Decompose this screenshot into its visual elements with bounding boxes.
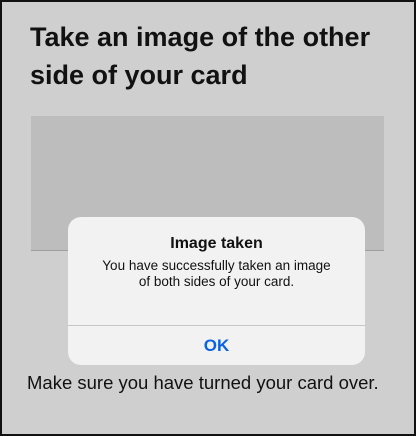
ok-button[interactable]: OK [68,326,365,365]
image-taken-alert: Image taken You have successfully taken … [68,217,365,365]
alert-body: Image taken You have successfully taken … [68,217,365,322]
instruction-text: Make sure you have turned your card over… [27,372,379,393]
alert-title: Image taken [170,235,263,252]
screen: Take an image of the other side of your … [0,0,416,436]
page-title: Take an image of the other side of your … [30,22,371,90]
alert-message: You have successfully taken an image of … [102,258,331,289]
